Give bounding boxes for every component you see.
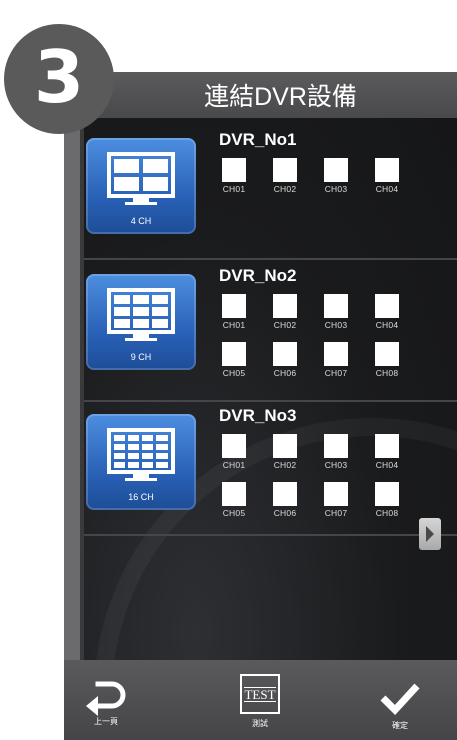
channel-checkbox[interactable]: CH06 xyxy=(271,342,299,378)
channel-checkbox[interactable]: CH01 xyxy=(220,434,248,470)
channel-checkbox[interactable]: CH01 xyxy=(220,294,248,330)
channel-checkbox[interactable]: CH04 xyxy=(373,434,401,470)
title-bar: 連結DVR設備 xyxy=(64,72,457,118)
channel-checkbox[interactable]: CH03 xyxy=(322,434,350,470)
channel-checkbox[interactable]: CH02 xyxy=(271,434,299,470)
channel-checkbox[interactable]: CH07 xyxy=(322,342,350,378)
bottom-toolbar: 上一頁 TEST 測試 確定 xyxy=(64,660,457,740)
test-label: 測試 xyxy=(252,719,268,728)
channel-checkbox[interactable]: CH05 xyxy=(220,342,248,378)
page-title: 連結DVR設備 xyxy=(204,83,357,111)
channel-count-label: 9 CH xyxy=(130,352,152,362)
test-icon: TEST xyxy=(240,674,280,714)
channel-count-label: 16 CH xyxy=(128,492,154,502)
dvr-name: DVR_No2 xyxy=(219,266,297,285)
confirm-label: 確定 xyxy=(392,721,408,730)
step-number-badge: 3 xyxy=(4,24,114,134)
next-page-button[interactable] xyxy=(419,518,441,550)
channel-checkbox[interactable]: CH05 xyxy=(220,482,248,518)
confirm-button[interactable]: 確定 xyxy=(370,660,430,740)
monitor-grid-icon xyxy=(107,288,175,341)
test-icon-text: TEST xyxy=(244,686,276,702)
dvr-icon-16ch[interactable]: 16 CH xyxy=(86,414,196,510)
monitor-grid-icon xyxy=(107,152,175,205)
monitor-grid-icon xyxy=(107,428,175,481)
chevron-right-icon xyxy=(426,526,434,542)
channel-checkbox[interactable]: CH03 xyxy=(322,294,350,330)
dvr-item-2: 9 CH DVR_No2 CH01 CH02 CH03 CH04 CH05 CH… xyxy=(84,258,457,402)
dvr-name: DVR_No1 xyxy=(219,130,297,149)
dvr-list: 4 CH DVR_No1 CH01 CH02 CH03 CH04 9 CH DV… xyxy=(84,118,457,740)
checkmark-icon xyxy=(380,683,420,716)
step-number: 3 xyxy=(33,35,85,119)
back-arrow-icon xyxy=(86,681,126,716)
channel-checkbox[interactable]: CH08 xyxy=(373,342,401,378)
left-border xyxy=(64,118,84,660)
channel-checkbox[interactable]: CH02 xyxy=(271,294,299,330)
channel-count-label: 4 CH xyxy=(130,216,152,226)
dvr-icon-9ch[interactable]: 9 CH xyxy=(86,274,196,370)
channel-checkbox[interactable]: CH02 xyxy=(271,158,299,194)
test-button[interactable]: TEST 測試 xyxy=(230,660,290,740)
channel-checkbox[interactable]: CH04 xyxy=(373,294,401,330)
channel-checkbox[interactable]: CH07 xyxy=(322,482,350,518)
dialog-frame: 連結DVR設備 4 CH DVR_No1 CH01 CH02 CH03 CH04… xyxy=(64,72,457,740)
channel-checkbox[interactable]: CH08 xyxy=(373,482,401,518)
channel-checkbox[interactable]: CH06 xyxy=(271,482,299,518)
channel-checkbox[interactable]: CH04 xyxy=(373,158,401,194)
channel-checkbox[interactable]: CH01 xyxy=(220,158,248,194)
dvr-icon-4ch[interactable]: 4 CH xyxy=(86,138,196,234)
dvr-name: DVR_No3 xyxy=(219,406,297,425)
channel-checkbox[interactable]: CH03 xyxy=(322,158,350,194)
back-label: 上一頁 xyxy=(94,717,118,726)
back-button[interactable]: 上一頁 xyxy=(76,660,136,740)
dvr-item-3: 16 CH DVR_No3 CH01 CH02 CH03 CH04 CH05 C… xyxy=(84,400,457,536)
dvr-item-1: 4 CH DVR_No1 CH01 CH02 CH03 CH04 xyxy=(84,118,457,260)
